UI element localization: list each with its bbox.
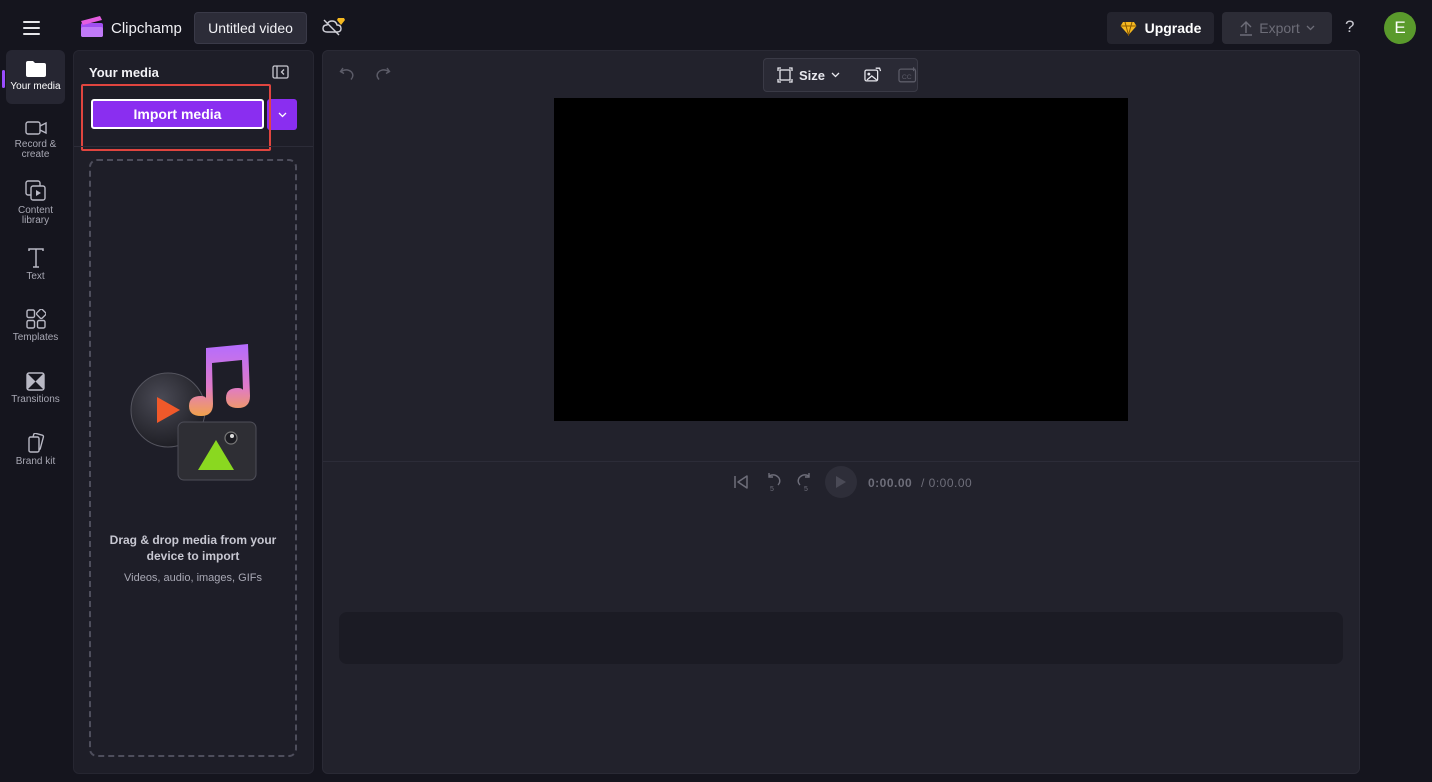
- play-icon: [836, 476, 846, 488]
- active-nav-indicator: [2, 70, 5, 88]
- chevron-down-icon: [278, 112, 286, 117]
- templates-icon: [25, 309, 46, 329]
- sidebar-item-transitions[interactable]: Transitions: [6, 372, 65, 405]
- size-label: Size: [799, 67, 826, 83]
- help-button[interactable]: ?: [1345, 17, 1354, 37]
- chevron-down-icon: [1306, 25, 1315, 31]
- divider: [323, 461, 1359, 462]
- folder-icon: [25, 61, 46, 77]
- app-name: Clipchamp: [111, 20, 182, 37]
- text-icon: [27, 248, 44, 268]
- video-camera-icon: [24, 121, 47, 135]
- import-options-dropdown[interactable]: [267, 99, 297, 130]
- collapse-panel-icon[interactable]: [272, 65, 289, 79]
- sidebar-item-label: Templates: [12, 332, 59, 343]
- sidebar-item-content-library[interactable]: Content library: [6, 180, 65, 226]
- diamond-icon: [1120, 21, 1137, 36]
- clipchamp-logo-icon: [81, 16, 103, 37]
- cloud-sync-off-icon[interactable]: [322, 17, 346, 37]
- upload-icon: [1240, 21, 1253, 36]
- divider: [74, 146, 313, 147]
- forward-5s-icon[interactable]: 5: [795, 472, 815, 492]
- preview-toolbar: Size CC: [763, 58, 918, 92]
- sidebar-item-brand-kit[interactable]: Brand kit: [6, 433, 65, 467]
- svg-text:5: 5: [804, 486, 808, 492]
- sidebar-item-your-media[interactable]: Your media: [6, 50, 65, 104]
- sidebar-item-record-create[interactable]: Record & create: [6, 120, 65, 160]
- current-time: 0:00.00: [868, 476, 913, 490]
- highlight-box: [81, 84, 271, 151]
- dropzone-title: Drag & drop media from your device to im…: [109, 533, 277, 563]
- project-title-button[interactable]: Untitled video: [194, 12, 307, 44]
- timeline-track[interactable]: [339, 612, 1343, 664]
- media-types-illustration: [130, 344, 257, 481]
- upgrade-label: Upgrade: [1144, 20, 1202, 36]
- aspect-ratio-icon: [777, 67, 793, 83]
- svg-text:5: 5: [770, 486, 774, 492]
- captions-icon[interactable]: CC: [897, 67, 917, 83]
- sidebar-item-label: Text: [26, 271, 45, 282]
- svg-text:CC: CC: [901, 74, 911, 81]
- sidebar-item-templates[interactable]: Templates: [6, 309, 65, 343]
- transitions-icon: [26, 372, 45, 391]
- size-dropdown[interactable]: Size: [777, 67, 840, 83]
- content-library-icon: [24, 180, 46, 201]
- total-time: / 0:00.00: [921, 476, 973, 490]
- sidebar-item-label: Brand kit: [15, 456, 56, 467]
- user-avatar[interactable]: E: [1384, 12, 1416, 44]
- sidebar-item-label: Transitions: [11, 394, 60, 405]
- undo-icon[interactable]: [339, 65, 356, 82]
- play-button[interactable]: [825, 466, 857, 498]
- sidebar-item-label: Record & create: [14, 139, 57, 160]
- background-icon[interactable]: [864, 67, 882, 83]
- sidebar-item-label: Content library: [17, 205, 54, 226]
- panel-title: Your media: [89, 65, 159, 80]
- brand-kit-icon: [27, 433, 44, 453]
- chevron-down-icon: [831, 72, 840, 78]
- dropzone-subtitle: Videos, audio, images, GIFs: [124, 572, 262, 584]
- export-button[interactable]: Export: [1222, 12, 1332, 44]
- rewind-5s-icon[interactable]: 5: [763, 472, 783, 492]
- skip-to-start-icon[interactable]: [732, 473, 750, 491]
- hamburger-menu-button[interactable]: [20, 16, 44, 40]
- export-label: Export: [1259, 20, 1300, 36]
- upgrade-button[interactable]: Upgrade: [1107, 12, 1214, 44]
- video-preview[interactable]: [554, 98, 1128, 421]
- sidebar-item-text[interactable]: Text: [6, 248, 65, 282]
- redo-icon[interactable]: [374, 65, 391, 82]
- sidebar-item-label: Your media: [10, 81, 61, 92]
